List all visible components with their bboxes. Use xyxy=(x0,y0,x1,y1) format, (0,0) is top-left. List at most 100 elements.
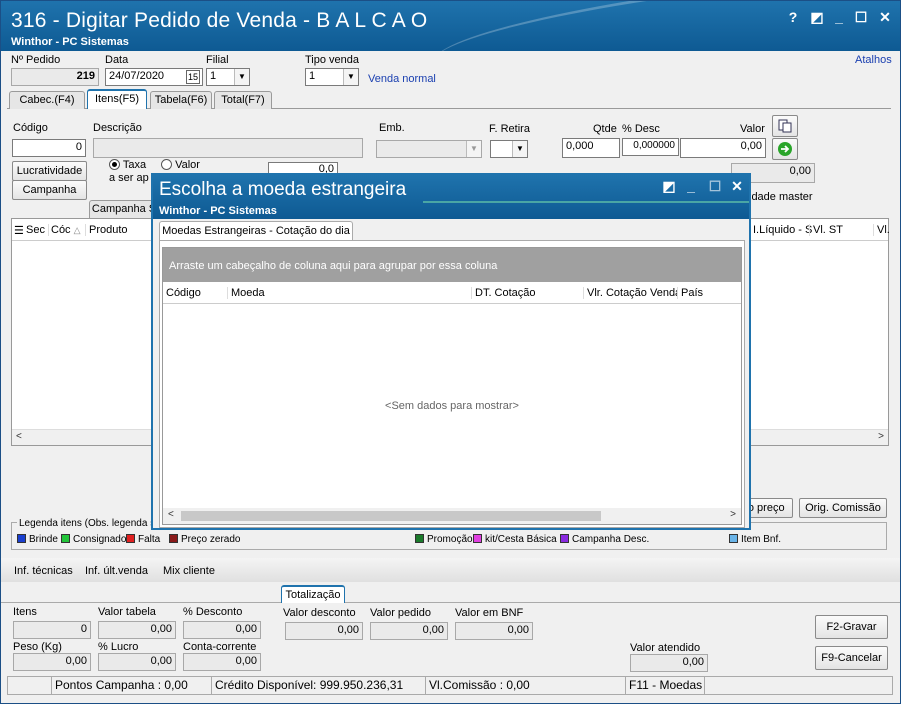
tab-total[interactable]: Total(F7) xyxy=(214,91,272,109)
pedido-label: Nº Pedido xyxy=(11,54,61,66)
close-icon[interactable]: ✕ xyxy=(727,178,747,195)
title-bar[interactable]: 316 - Digitar Pedido de Venda - B A L C … xyxy=(1,1,900,51)
legend-item: Brinde xyxy=(17,534,58,545)
dialog-title-bar[interactable]: Escolha a moeda estrangeira Winthor - PC… xyxy=(153,175,749,219)
legend-label: kit/Cesta Básica xyxy=(485,534,557,545)
campanha-button[interactable]: Campanha xyxy=(12,180,87,200)
restore-icon[interactable]: ◩ xyxy=(807,9,827,26)
filial-select[interactable]: 1 ▼ xyxy=(206,68,250,86)
tab-cabec[interactable]: Cabec.(F4) xyxy=(9,91,85,109)
help-icon[interactable]: ? xyxy=(783,9,803,25)
tab-tabela[interactable]: Tabela(F6) xyxy=(150,91,212,109)
qtde-input[interactable]: 0,000 xyxy=(562,138,620,158)
col-vl-st[interactable]: Vl. ST xyxy=(809,224,843,236)
legend-title: Legenda itens (Obs. legenda sul xyxy=(17,518,165,529)
col-moeda[interactable]: Moeda xyxy=(227,287,265,299)
fretira-select[interactable]: ▼ xyxy=(490,140,528,158)
data-field[interactable]: 24/07/2020 15 xyxy=(105,68,203,86)
cc-field: 0,00 xyxy=(183,653,261,671)
chevron-down-icon[interactable]: ▼ xyxy=(466,141,481,157)
valor-atendido-label: Valor atendido xyxy=(630,642,701,654)
status-pontos: Pontos Campanha : 0,00 xyxy=(51,676,188,695)
chevron-down-icon[interactable]: ▼ xyxy=(343,69,358,85)
tab-itens[interactable]: Itens(F5) xyxy=(87,89,147,109)
tab-campanha[interactable]: Campanha S xyxy=(89,200,159,218)
emb-select[interactable]: ▼ xyxy=(376,140,482,158)
inf-ult-venda-link[interactable]: Inf. últ.venda xyxy=(85,565,148,577)
legend-label: Promoção xyxy=(427,534,473,545)
codigo-input[interactable]: 0 xyxy=(12,139,86,157)
data-value: 24/07/2020 xyxy=(109,70,165,82)
legend-swatch-brinde xyxy=(17,534,26,543)
restore-icon[interactable]: ◩ xyxy=(659,178,679,195)
lucratividade-button[interactable]: Lucratividade xyxy=(12,161,87,181)
col-cod-label: Cóc xyxy=(51,224,71,236)
chevron-down-icon[interactable]: ▼ xyxy=(234,69,249,85)
status-comissao: Vl.Comissão : 0,00 xyxy=(425,676,530,695)
fretira-label: F. Retira xyxy=(489,123,530,135)
minimize-icon[interactable]: _ xyxy=(681,178,701,194)
currency-hscrollbar[interactable]: < > xyxy=(163,508,741,524)
copy-icon[interactable] xyxy=(772,115,798,137)
peso-field: 0,00 xyxy=(13,653,91,671)
legend-item: Item Bnf. xyxy=(729,534,781,545)
col-codigo[interactable]: Código xyxy=(166,287,201,299)
status-credito: Crédito Disponível: 999.950.236,31 xyxy=(211,676,403,695)
sort-asc-icon: △ xyxy=(73,225,81,235)
tipo-venda-desc: Venda normal xyxy=(368,73,436,85)
status-sep xyxy=(704,676,705,695)
unidade-master-label: idade master xyxy=(749,191,813,203)
valor-label: Valor xyxy=(740,123,765,135)
maximize-icon[interactable]: ☐ xyxy=(705,178,725,195)
group-panel[interactable]: Arraste um cabeçalho de coluna aqui para… xyxy=(163,248,741,282)
col-cod[interactable]: Cóc △ xyxy=(48,224,81,236)
tab-moedas[interactable]: Moedas Estrangeiras - Cotação do dia xyxy=(159,221,353,241)
legend-swatch-consignado xyxy=(61,534,70,543)
confirm-arrow-icon[interactable] xyxy=(772,138,798,160)
scroll-right-icon[interactable]: > xyxy=(730,509,736,520)
valor-bnf-label: Valor em BNF xyxy=(455,607,524,619)
scroll-thumb[interactable] xyxy=(181,511,601,521)
close-icon[interactable]: ✕ xyxy=(875,9,895,26)
cc-label: Conta-corrente xyxy=(183,641,257,653)
tipo-venda-select[interactable]: 1 ▼ xyxy=(305,68,359,86)
col-vlr-cotacao[interactable]: Vlr. Cotação Venda xyxy=(583,287,677,299)
valor-radio[interactable]: Valor xyxy=(161,159,200,171)
descricao-label: Descrição xyxy=(93,122,142,134)
pct-desconto-label: % Desconto xyxy=(183,606,243,618)
legend-item: Promoção xyxy=(415,534,473,545)
legend-label: Campanha Desc. xyxy=(572,534,650,545)
qtde-label: Qtde xyxy=(593,123,617,135)
scroll-left-icon[interactable]: < xyxy=(16,431,22,442)
tab-totalizacao[interactable]: Totalização xyxy=(281,585,345,603)
grid-menu-icon[interactable]: ☰ xyxy=(14,224,24,237)
gravar-button[interactable]: F2-Gravar xyxy=(815,615,888,639)
chevron-down-icon[interactable]: ▼ xyxy=(512,141,527,157)
codigo-label: Código xyxy=(13,122,48,134)
legend-label: Brinde xyxy=(29,534,58,545)
col-sec[interactable]: Sec xyxy=(26,224,45,236)
maximize-icon[interactable]: ☐ xyxy=(851,9,871,26)
valor-input[interactable]: 0,00 xyxy=(680,138,766,158)
inf-tecnicas-link[interactable]: Inf. técnicas xyxy=(14,565,73,577)
scroll-left-icon[interactable]: < xyxy=(168,509,174,520)
minimize-icon[interactable]: _ xyxy=(829,9,849,25)
col-produto[interactable]: Produto xyxy=(85,224,128,236)
col-pais[interactable]: País xyxy=(677,287,703,299)
tipo-venda-label: Tipo venda xyxy=(305,54,360,66)
scroll-right-icon[interactable]: > xyxy=(878,431,884,442)
cancelar-button[interactable]: F9-Cancelar xyxy=(815,646,888,670)
calendar-icon[interactable]: 15 xyxy=(185,70,200,84)
taxa-radio[interactable]: Taxa xyxy=(109,159,146,171)
mix-cliente-link[interactable]: Mix cliente xyxy=(163,565,215,577)
atalhos-link[interactable]: Atalhos xyxy=(855,54,892,66)
pct-desconto-field: 0,00 xyxy=(183,621,261,639)
valor-tabela-field: 0,00 xyxy=(98,621,176,639)
lucro-label: % Lucro xyxy=(98,641,139,653)
desc-input[interactable]: 0,000000 xyxy=(622,138,679,156)
col-liquido[interactable]: I.Líquido - S xyxy=(753,224,812,236)
col-dt-cotacao[interactable]: DT. Cotação xyxy=(471,287,536,299)
orig-comissao-button[interactable]: Orig. Comissão xyxy=(799,498,887,518)
itens-label: Itens xyxy=(13,606,37,618)
col-vl[interactable]: Vl. xyxy=(873,224,890,236)
